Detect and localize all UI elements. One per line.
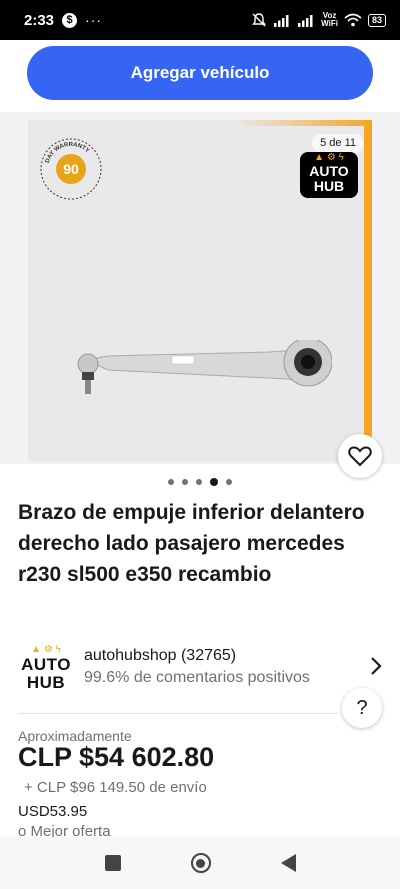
wifi-label: WiFi bbox=[321, 19, 338, 28]
top-action-area: Agregar vehículo bbox=[0, 40, 400, 112]
add-vehicle-button[interactable]: Agregar vehículo bbox=[27, 46, 373, 100]
seller-info[interactable]: ▲ ⚙ ϟ AUTO HUB autohubshop (32765) 99.6%… bbox=[18, 640, 382, 698]
heart-icon bbox=[348, 446, 372, 467]
shipping-cost: + CLP $96 149.50 de envío bbox=[24, 779, 207, 796]
frame-stripe bbox=[364, 120, 372, 462]
help-button[interactable]: ? bbox=[342, 688, 382, 728]
image-counter: 5 de 11 bbox=[312, 134, 364, 152]
carousel-dot[interactable] bbox=[182, 479, 188, 485]
money-icon: $ bbox=[62, 12, 78, 28]
logo-line1: AUTO bbox=[309, 163, 349, 179]
divider bbox=[18, 713, 338, 714]
seller-feedback: 99.6% de comentarios positivos bbox=[84, 669, 310, 686]
warranty-days: 90 bbox=[63, 161, 79, 177]
voz-wifi-label: Voz WiFi bbox=[321, 12, 338, 28]
usd-price: USD53.95 bbox=[18, 803, 88, 820]
seller-logo-line1: AUTO bbox=[21, 655, 71, 674]
logo-line2: HUB bbox=[313, 178, 345, 194]
carousel-dot-active[interactable] bbox=[210, 478, 218, 486]
chevron-right-icon[interactable] bbox=[370, 656, 382, 676]
recents-icon[interactable] bbox=[104, 855, 121, 871]
listing-title: Brazo de empuje inferior delantero derec… bbox=[18, 501, 365, 586]
price-amount: CLP $54 602.80 bbox=[18, 742, 215, 772]
system-nav-bar bbox=[0, 837, 400, 889]
signal-icon-2 bbox=[298, 15, 313, 27]
home-icon-inner bbox=[196, 858, 205, 868]
seller-logo-line2: HUB bbox=[26, 673, 66, 692]
signal-icon bbox=[274, 15, 289, 27]
seller-name[interactable]: autohubshop (32765) bbox=[84, 647, 236, 665]
back-icon[interactable] bbox=[280, 854, 296, 872]
wifi-icon bbox=[344, 13, 362, 27]
carousel-dots[interactable] bbox=[0, 478, 400, 486]
more-icon: ··· bbox=[85, 12, 103, 28]
battery-icon: 83 bbox=[367, 13, 386, 27]
control-arm-image bbox=[77, 340, 332, 394]
home-icon[interactable] bbox=[190, 853, 211, 873]
warranty-badge-icon: 90 DAY WARRANTY bbox=[40, 138, 102, 200]
status-icons: Voz WiFi 83 bbox=[251, 12, 386, 28]
image-gallery[interactable]: 90 DAY WARRANTY 5 de 11 ▲ ⚙ ϟ AUTO HUB bbox=[0, 112, 400, 478]
carousel-dot[interactable] bbox=[226, 479, 232, 485]
status-time: 2:33 bbox=[24, 11, 55, 29]
autohub-logo: ▲ ⚙ ϟ AUTO HUB bbox=[300, 152, 358, 198]
bell-off-icon bbox=[252, 13, 267, 27]
question-icon: ? bbox=[356, 696, 368, 719]
carousel-dot[interactable] bbox=[168, 479, 174, 485]
seller-logo: ▲ ⚙ ϟ AUTO HUB bbox=[18, 644, 74, 696]
watch-button[interactable] bbox=[338, 434, 382, 478]
status-bar: 2:33 $ ··· Voz WiFi 83 bbox=[0, 0, 400, 40]
product-photo[interactable]: 90 DAY WARRANTY 5 de 11 ▲ ⚙ ϟ AUTO HUB bbox=[28, 120, 372, 462]
carousel-dot[interactable] bbox=[196, 479, 202, 485]
frame-stripe-top bbox=[28, 120, 372, 126]
